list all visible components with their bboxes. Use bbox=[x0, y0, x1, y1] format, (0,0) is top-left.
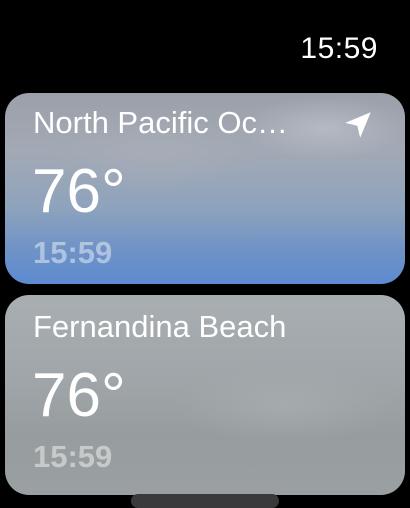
location-name: North Pacific Oc… bbox=[33, 105, 288, 140]
location-card-current[interactable]: North Pacific Oc… 76° 15:59 bbox=[5, 93, 405, 284]
temperature: 76° bbox=[32, 361, 126, 430]
local-time: 15:59 bbox=[33, 439, 113, 474]
location-card-fernandina-beach[interactable]: Fernandina Beach 76° 15:59 bbox=[5, 295, 405, 495]
location-arrow-icon bbox=[345, 112, 371, 138]
local-time: 15:59 bbox=[33, 235, 113, 270]
status-bar-time: 15:59 bbox=[300, 32, 378, 65]
bottom-button-hint[interactable] bbox=[131, 494, 279, 508]
location-name: Fernandina Beach bbox=[33, 309, 287, 344]
temperature: 76° bbox=[32, 157, 126, 226]
